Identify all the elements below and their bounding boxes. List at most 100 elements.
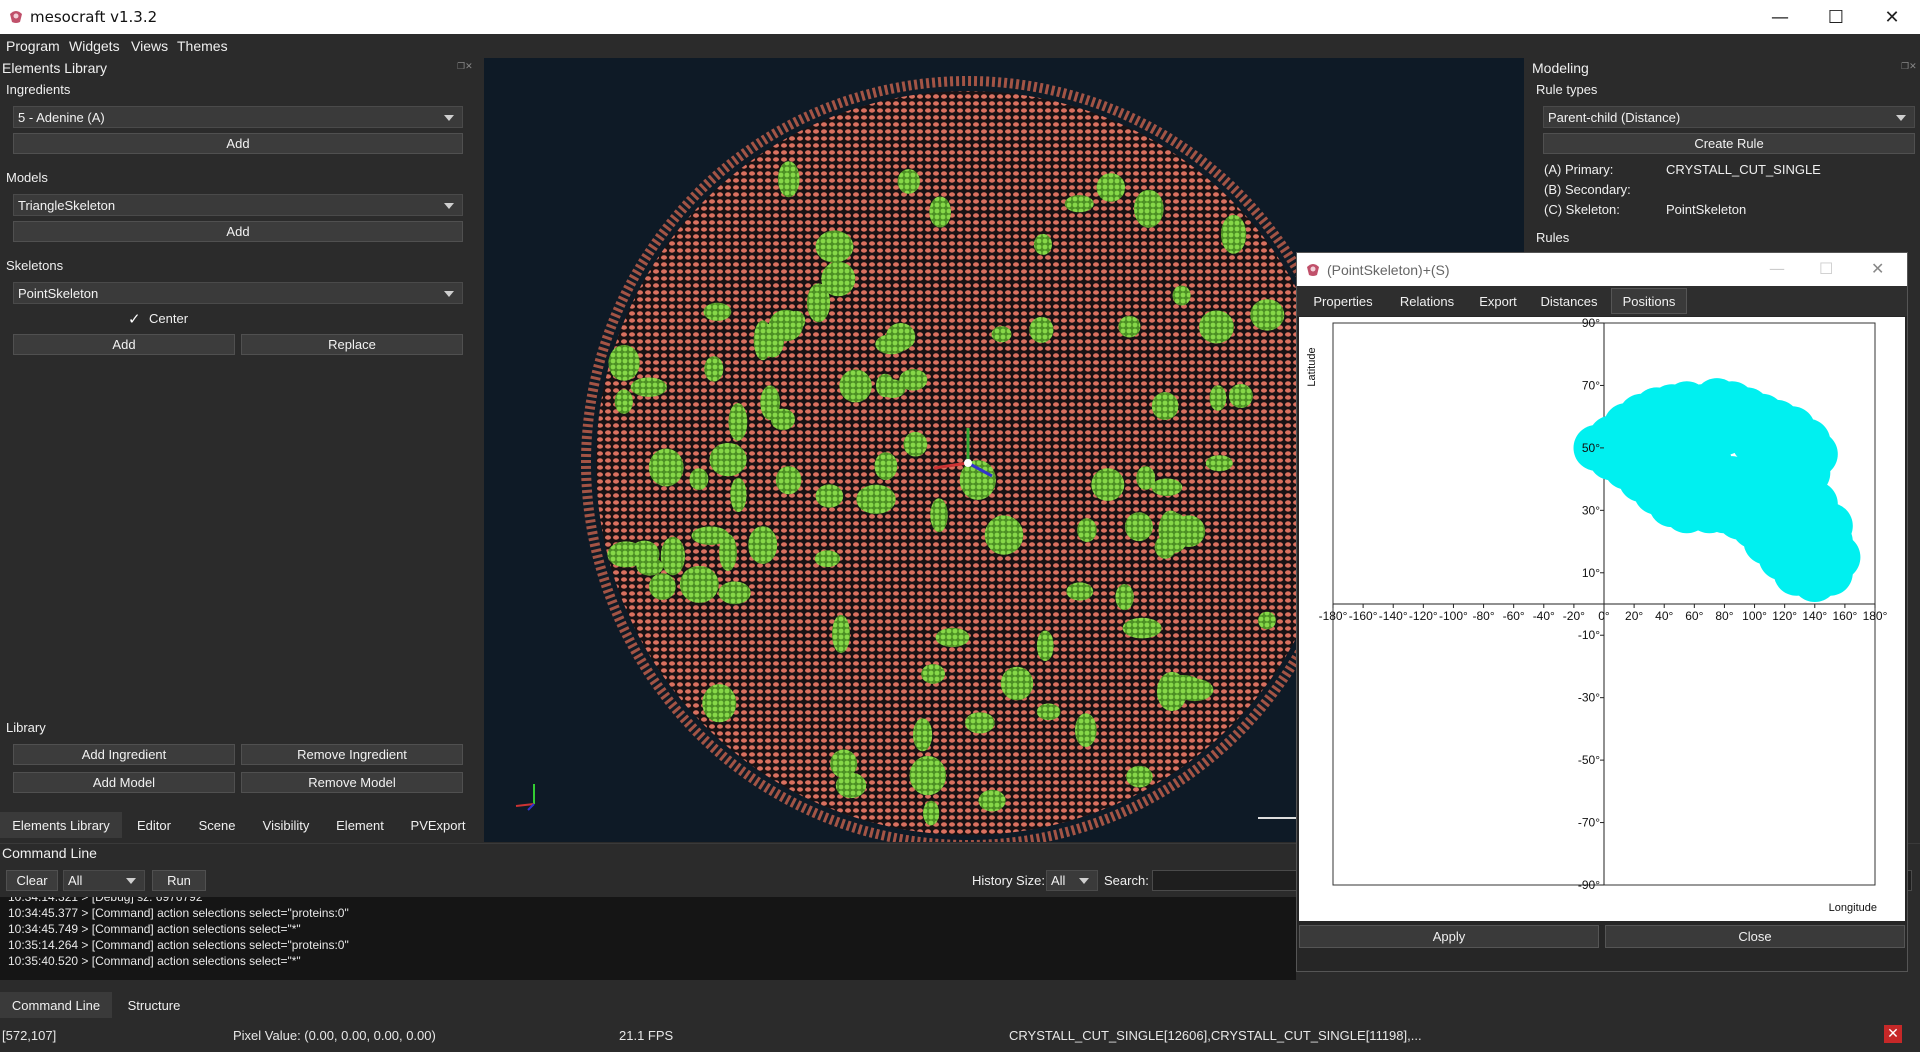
secondary-label: (B) Secondary: <box>1544 182 1631 197</box>
green-protein-cluster <box>832 614 850 654</box>
maximize-button[interactable]: ☐ <box>1808 0 1864 34</box>
green-protein-cluster <box>1036 630 1054 661</box>
minimize-button[interactable]: — <box>1752 0 1808 34</box>
close-button[interactable]: ✕ <box>1864 0 1920 34</box>
replace-skeleton-button[interactable]: Replace <box>241 334 463 355</box>
skeletons-select[interactable]: PointSkeleton <box>13 282 463 304</box>
add-skeleton-button[interactable]: Add <box>13 334 235 355</box>
add-model-library-button[interactable]: Add Model <box>13 772 235 793</box>
tab-elements-library[interactable]: Elements Library <box>0 812 122 838</box>
x-tick-label: -180° <box>1319 609 1348 623</box>
green-protein-cluster <box>1124 512 1153 542</box>
dialog-close-action-button[interactable]: Close <box>1605 925 1905 948</box>
center-checkbox[interactable]: ✓ <box>128 310 141 328</box>
green-protein-cluster <box>897 169 920 194</box>
green-protein-cluster <box>709 442 747 477</box>
tab-relations[interactable]: Relations <box>1389 288 1465 314</box>
tab-pvexport[interactable]: PVExport <box>396 812 480 838</box>
clear-button[interactable]: Clear <box>6 870 58 891</box>
menu-program[interactable]: Program <box>6 38 60 54</box>
green-protein-cluster <box>1151 478 1183 497</box>
command-log[interactable]: 10:34:14.321 > [Debug] sz: 6976792 10:34… <box>0 897 1296 980</box>
error-close-icon[interactable]: ✕ <box>1884 1025 1902 1043</box>
x-tick-label: 180° <box>1863 609 1888 623</box>
panel-float-icon[interactable]: ❐✕ <box>457 61 473 72</box>
data-point <box>1754 471 1801 518</box>
tab-command-line[interactable]: Command Line <box>0 992 112 1018</box>
green-protein-cluster <box>775 466 802 495</box>
remove-model-button[interactable]: Remove Model <box>241 772 463 793</box>
library-label: Library <box>6 720 46 735</box>
log-line: 10:35:14.264 > [Command] action selectio… <box>8 938 349 952</box>
green-protein-cluster <box>718 581 751 605</box>
tab-structure[interactable]: Structure <box>112 992 196 1018</box>
tab-editor[interactable]: Editor <box>122 812 186 838</box>
create-rule-button[interactable]: Create Rule <box>1543 133 1915 154</box>
x-tick-label: -40° <box>1533 609 1555 623</box>
green-protein-cluster <box>1034 233 1052 255</box>
ingredients-select[interactable]: 5 - Adenine (A) <box>13 106 463 128</box>
green-protein-cluster <box>689 468 709 491</box>
green-protein-cluster <box>679 565 719 603</box>
green-protein-cluster <box>1091 468 1125 501</box>
chevron-down-icon <box>444 291 454 297</box>
status-fps: 21.1 FPS <box>619 1028 674 1043</box>
skeleton-value: PointSkeleton <box>1666 202 1747 217</box>
remove-ingredient-button[interactable]: Remove Ingredient <box>241 744 463 765</box>
log-line: 10:34:14.321 > [Debug] sz: 6976792 <box>8 897 203 904</box>
green-protein-cluster <box>660 536 685 576</box>
x-tick-label: -100° <box>1439 609 1468 623</box>
status-coords: [572,107] <box>2 1028 57 1043</box>
add-model-button[interactable]: Add <box>13 221 463 242</box>
data-point <box>1671 462 1718 509</box>
green-protein-cluster <box>777 161 800 198</box>
filter-select[interactable]: All <box>63 870 145 891</box>
green-protein-cluster <box>929 196 951 228</box>
green-protein-cluster <box>921 664 945 684</box>
green-protein-cluster <box>875 334 908 355</box>
tab-positions[interactable]: Positions <box>1611 288 1687 314</box>
green-protein-cluster <box>748 526 778 564</box>
x-tick-label: -80° <box>1472 609 1494 623</box>
green-protein-cluster <box>728 403 748 441</box>
tab-properties[interactable]: Properties <box>1301 288 1385 314</box>
history-size-select[interactable]: All <box>1046 870 1098 891</box>
green-protein-cluster <box>978 789 1006 812</box>
tab-visibility[interactable]: Visibility <box>248 812 324 838</box>
panel-float-icon[interactable]: ❐✕ <box>1901 61 1917 72</box>
data-point <box>1626 431 1673 478</box>
x-tick-label: -60° <box>1503 609 1525 623</box>
menu-widgets[interactable]: Widgets <box>69 38 120 54</box>
tab-scene[interactable]: Scene <box>186 812 248 838</box>
dialog-title-bar: (PointSkeleton)+(S) — ☐ ✕ <box>1297 253 1907 286</box>
menu-themes[interactable]: Themes <box>177 38 228 54</box>
run-button[interactable]: Run <box>152 870 206 891</box>
green-protein-cluster <box>1258 611 1276 630</box>
add-ingredient-button[interactable]: Add <box>13 133 463 154</box>
rule-type-select[interactable]: Parent-child (Distance) <box>1543 106 1915 128</box>
skeleton-label: (C) Skeleton: <box>1544 202 1620 217</box>
tab-element[interactable]: Element <box>324 812 396 838</box>
x-tick-label: 120° <box>1772 609 1797 623</box>
dialog-maximize-button[interactable]: ☐ <box>1819 259 1833 278</box>
green-protein-cluster <box>913 718 933 752</box>
apply-button[interactable]: Apply <box>1299 925 1599 948</box>
green-protein-cluster <box>856 484 896 514</box>
x-tick-label: 100° <box>1742 609 1767 623</box>
dialog-minimize-button[interactable]: — <box>1769 259 1785 278</box>
add-ingredient-library-button[interactable]: Add Ingredient <box>13 744 235 765</box>
green-protein-cluster <box>991 326 1012 343</box>
models-select[interactable]: TriangleSkeleton <box>13 194 463 216</box>
data-point <box>1769 518 1816 565</box>
y-tick-label: -10° <box>1578 628 1600 642</box>
green-protein-cluster <box>1064 195 1094 213</box>
models-label: Models <box>6 170 48 185</box>
menu-views[interactable]: Views <box>131 38 168 54</box>
green-protein-cluster <box>1075 713 1097 747</box>
dialog-close-button[interactable]: ✕ <box>1871 259 1884 278</box>
tab-export[interactable]: Export <box>1469 288 1527 314</box>
y-tick-label: -50° <box>1578 753 1600 767</box>
tab-distances[interactable]: Distances <box>1531 288 1607 314</box>
chevron-down-icon <box>126 878 136 884</box>
green-protein-cluster <box>1096 173 1126 202</box>
